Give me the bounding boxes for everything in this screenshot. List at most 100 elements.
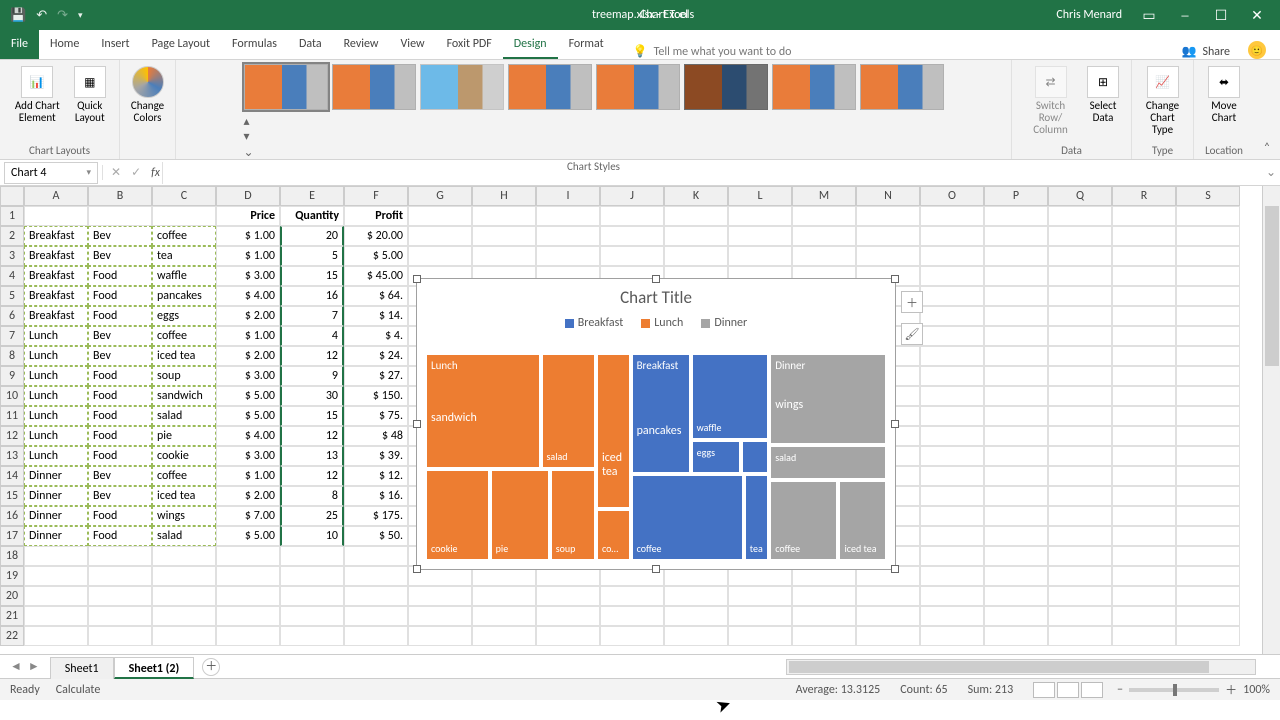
cell[interactable] xyxy=(728,226,792,246)
cell[interactable]: tea xyxy=(152,246,216,266)
cell[interactable] xyxy=(1048,486,1112,506)
cell[interactable] xyxy=(88,586,152,606)
tell-me-search[interactable]: 💡Tell me what you want to do xyxy=(633,44,792,59)
cell[interactable]: Price xyxy=(216,206,280,226)
chart-style-5[interactable] xyxy=(596,64,680,110)
cell[interactable] xyxy=(920,366,984,386)
cell[interactable]: waffle xyxy=(152,266,216,286)
treemap-plot[interactable]: Lunchsandwich salad iced tea cookie pie … xyxy=(425,353,887,561)
tm-icedtea[interactable]: iced tea xyxy=(596,353,631,509)
cell[interactable] xyxy=(1112,526,1176,546)
cell[interactable] xyxy=(664,246,728,266)
cell[interactable]: coffee xyxy=(152,466,216,486)
cell[interactable] xyxy=(1048,346,1112,366)
cell[interactable] xyxy=(792,586,856,606)
row-header[interactable]: 4 xyxy=(0,266,24,286)
zoom-out-button[interactable]: − xyxy=(1117,683,1123,697)
tm-eggs2[interactable] xyxy=(741,440,769,473)
cell[interactable] xyxy=(1176,506,1240,526)
tm-tea[interactable]: tea xyxy=(744,474,769,561)
tm-soup[interactable]: soup xyxy=(550,469,596,561)
sheet-prev-icon[interactable]: ◄ xyxy=(10,659,22,674)
cell[interactable] xyxy=(1112,566,1176,586)
tm-waffle[interactable]: waffle xyxy=(691,353,770,440)
cell[interactable] xyxy=(1112,346,1176,366)
cell[interactable]: 7 xyxy=(280,306,344,326)
cell[interactable] xyxy=(920,406,984,426)
tab-file[interactable]: File xyxy=(0,29,39,59)
cell[interactable] xyxy=(152,566,216,586)
cell[interactable] xyxy=(88,206,152,226)
row-header[interactable]: 3 xyxy=(0,246,24,266)
horizontal-scrollbar[interactable] xyxy=(786,659,1256,675)
cell[interactable] xyxy=(216,546,280,566)
row-header[interactable]: 11 xyxy=(0,406,24,426)
cell[interactable] xyxy=(920,306,984,326)
embedded-chart[interactable]: Chart Title Breakfast Lunch Dinner Lunch… xyxy=(416,278,896,570)
cell[interactable]: Quantity xyxy=(280,206,344,226)
cell[interactable]: $ 5.00 xyxy=(216,406,280,426)
cell[interactable] xyxy=(152,586,216,606)
row-header[interactable]: 8 xyxy=(0,346,24,366)
cell[interactable]: Bev xyxy=(88,326,152,346)
quick-layout-button[interactable]: ▦Quick Layout xyxy=(68,64,111,126)
resize-handle[interactable] xyxy=(413,420,421,428)
sheet-next-icon[interactable]: ► xyxy=(28,659,40,674)
tm-co[interactable]: co… xyxy=(596,509,631,561)
cell[interactable]: $ 5.00 xyxy=(216,386,280,406)
column-header[interactable]: I xyxy=(536,186,600,206)
add-chart-element-button[interactable]: 📊Add Chart Element xyxy=(8,64,66,126)
column-header[interactable]: N xyxy=(856,186,920,206)
cell[interactable]: $ 7.00 xyxy=(216,506,280,526)
sheet-tab[interactable]: Sheet1 xyxy=(50,657,114,679)
cell[interactable]: Dinner xyxy=(24,526,88,546)
cell[interactable]: Food xyxy=(88,266,152,286)
cell[interactable]: $ 14. xyxy=(344,306,408,326)
zoom-level[interactable]: 100% xyxy=(1243,683,1270,697)
cell[interactable] xyxy=(1112,586,1176,606)
cell[interactable] xyxy=(88,626,152,646)
column-header[interactable]: B xyxy=(88,186,152,206)
cell[interactable] xyxy=(1112,266,1176,286)
cell[interactable] xyxy=(920,546,984,566)
cell[interactable]: Bev xyxy=(88,466,152,486)
chart-style-6[interactable] xyxy=(684,64,768,110)
cell[interactable] xyxy=(984,206,1048,226)
cell[interactable] xyxy=(472,626,536,646)
cell[interactable]: $ 27. xyxy=(344,366,408,386)
normal-view-button[interactable] xyxy=(1033,682,1055,698)
chevron-down-icon[interactable]: ▾ xyxy=(86,167,91,178)
cell[interactable]: $ 3.00 xyxy=(216,446,280,466)
cell[interactable] xyxy=(920,326,984,346)
cell[interactable] xyxy=(1048,226,1112,246)
row-header[interactable]: 18 xyxy=(0,546,24,566)
cell[interactable]: Dinner xyxy=(24,486,88,506)
cell[interactable]: $ 4.00 xyxy=(216,426,280,446)
cell[interactable] xyxy=(1112,226,1176,246)
ribbon-display-icon[interactable]: ▭ xyxy=(1140,7,1158,24)
cell[interactable] xyxy=(1048,286,1112,306)
cell[interactable] xyxy=(280,546,344,566)
cell[interactable]: $ 20.00 xyxy=(344,226,408,246)
cell[interactable] xyxy=(152,546,216,566)
cell[interactable] xyxy=(1048,406,1112,426)
cell[interactable]: cookie xyxy=(152,446,216,466)
cell[interactable] xyxy=(1112,206,1176,226)
chart-styles-button[interactable]: 🖌 xyxy=(901,323,923,345)
cell[interactable] xyxy=(1048,546,1112,566)
zoom-in-button[interactable]: ＋ xyxy=(1225,681,1237,698)
formula-input[interactable] xyxy=(162,162,1262,184)
cell[interactable] xyxy=(856,606,920,626)
cell[interactable]: 15 xyxy=(280,406,344,426)
cell[interactable] xyxy=(1048,626,1112,646)
cell[interactable]: salad xyxy=(152,406,216,426)
change-colors-button[interactable]: Change Colors xyxy=(127,64,168,126)
chart-style-1[interactable] xyxy=(244,64,328,110)
save-icon[interactable]: 💾 xyxy=(10,8,26,23)
cell[interactable] xyxy=(216,566,280,586)
cell[interactable] xyxy=(600,626,664,646)
cell[interactable] xyxy=(1048,566,1112,586)
cell[interactable] xyxy=(1176,486,1240,506)
minimize-icon[interactable]: ─ xyxy=(1176,7,1194,24)
vertical-scrollbar[interactable] xyxy=(1262,186,1280,654)
